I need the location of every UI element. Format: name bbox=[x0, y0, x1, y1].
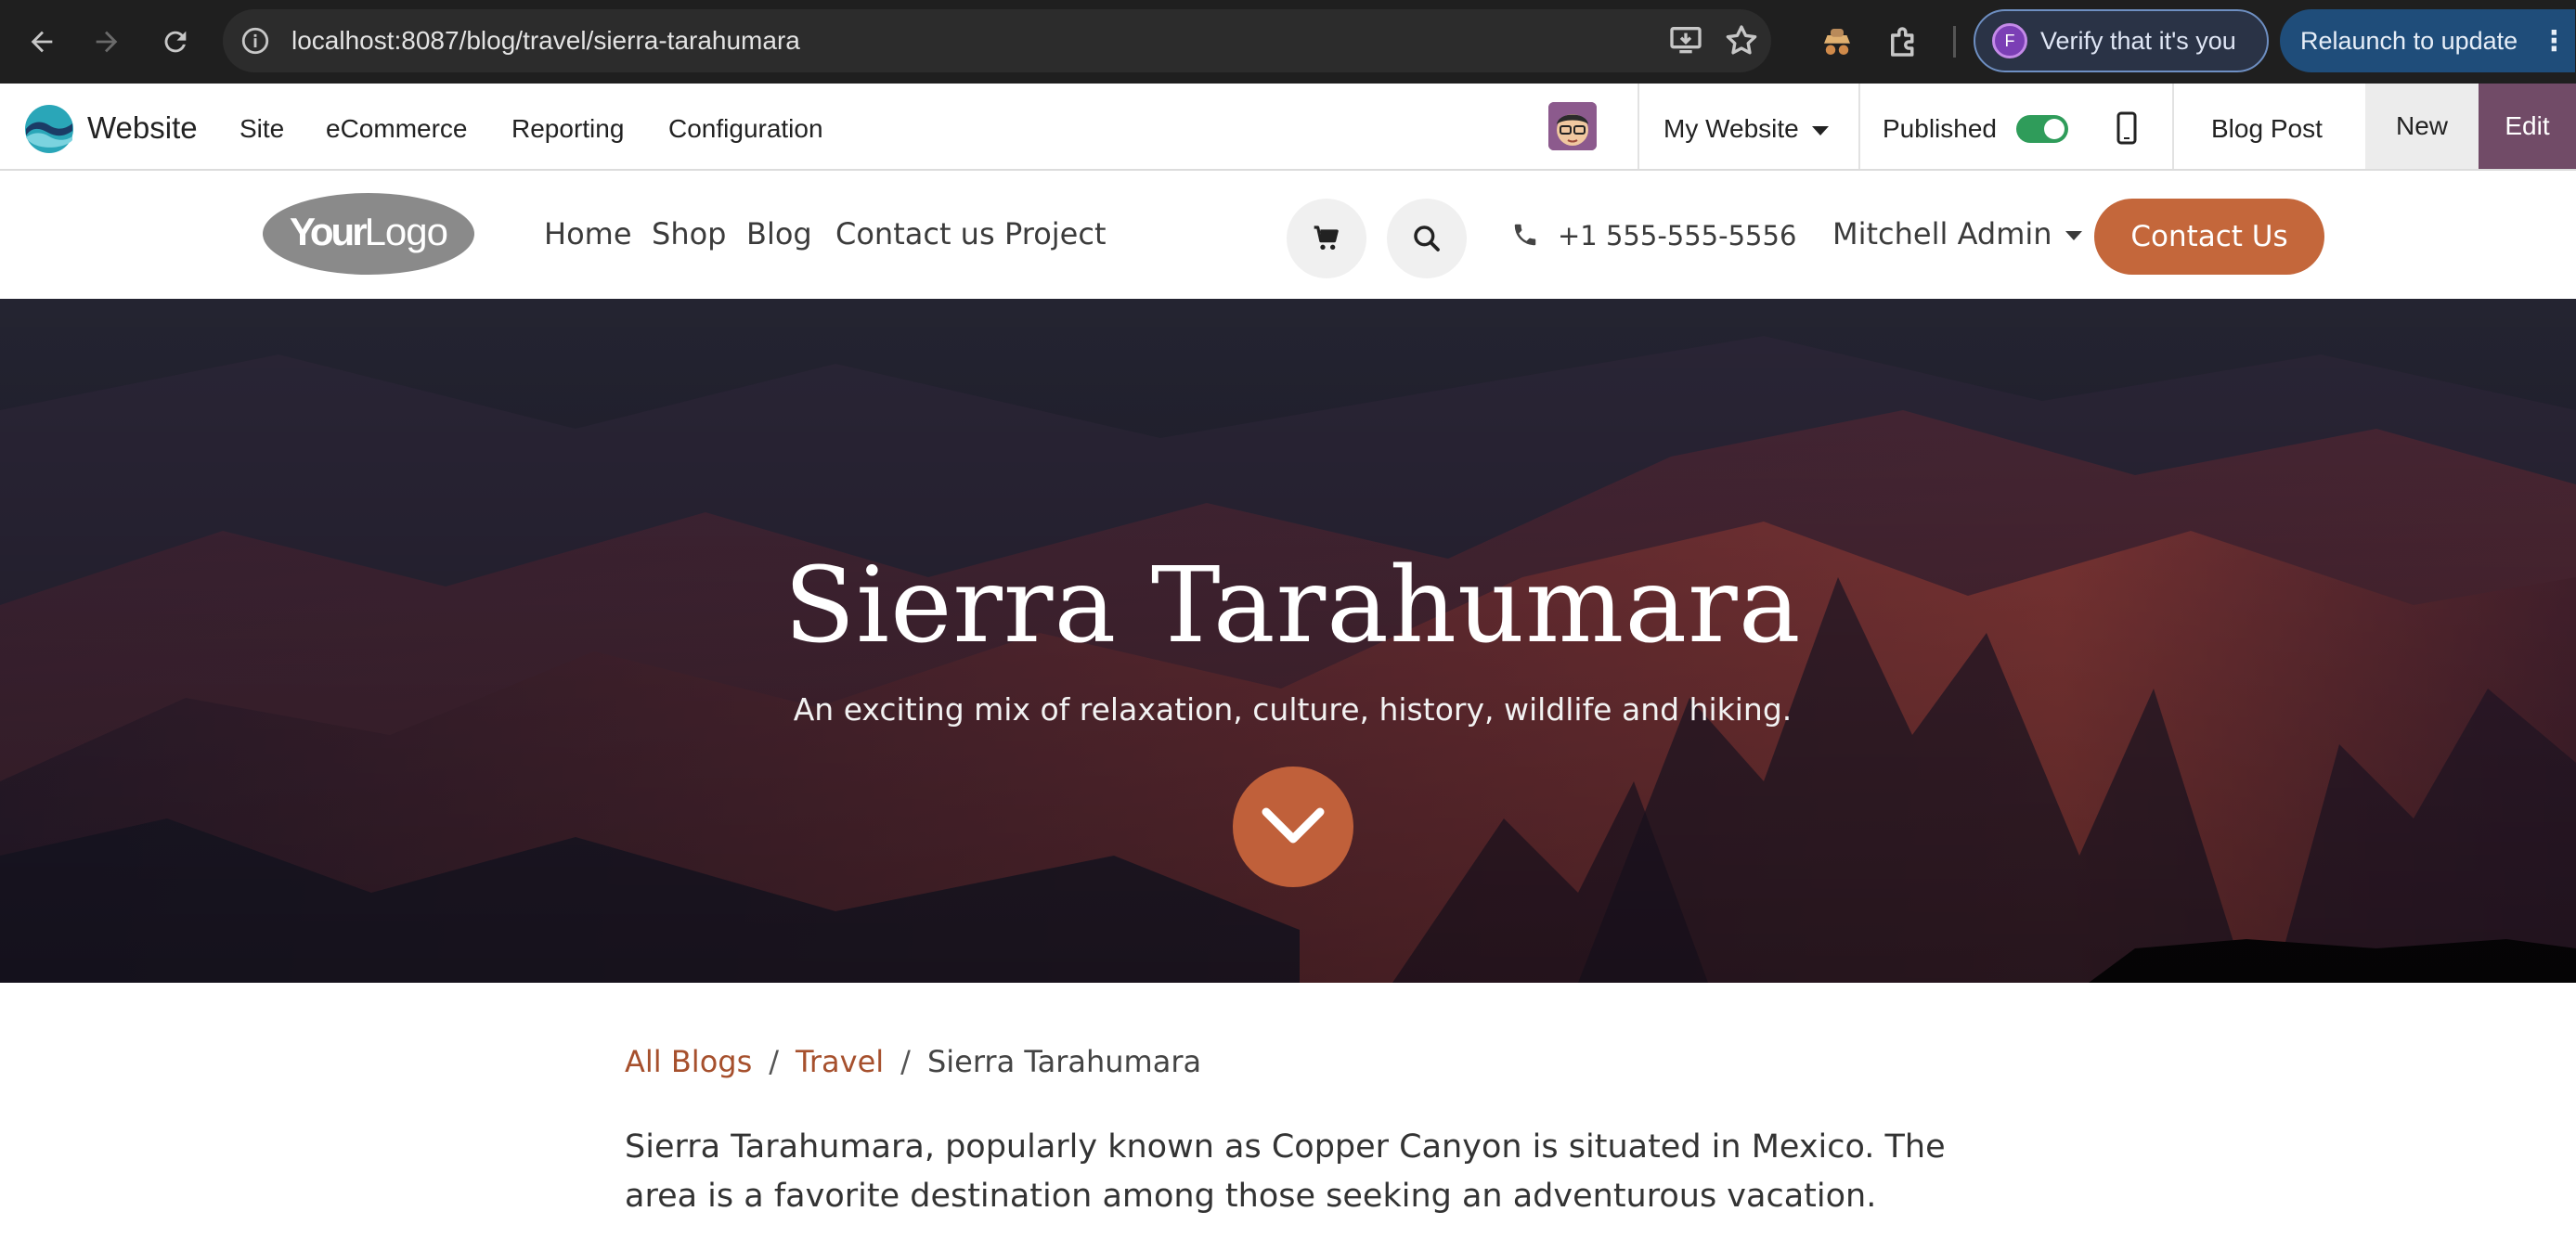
menu-reporting[interactable]: Reporting bbox=[511, 113, 624, 145]
breadcrumb-separator: / bbox=[769, 1044, 780, 1079]
site-logo[interactable]: YourLogo bbox=[262, 186, 475, 282]
arrow-right-icon bbox=[96, 31, 118, 53]
shopping-cart-icon bbox=[1314, 226, 1339, 250]
search-button[interactable] bbox=[1387, 199, 1467, 278]
search-icon bbox=[1414, 226, 1440, 251]
avatar-face-icon bbox=[1548, 102, 1597, 150]
nav-home[interactable]: Home bbox=[544, 215, 632, 252]
navbar-divider bbox=[1858, 84, 1860, 169]
menu-configuration[interactable]: Configuration bbox=[668, 113, 823, 145]
app-name[interactable]: Website bbox=[87, 110, 198, 147]
scroll-down-button[interactable] bbox=[1233, 767, 1353, 887]
browser-toolbar: localhost:8087/blog/travel/sierra-tarahu… bbox=[0, 0, 2576, 84]
breadcrumb-all-blogs[interactable]: All Blogs bbox=[625, 1044, 752, 1079]
site-header: YourLogo Home Shop Blog Contact us Proje… bbox=[0, 173, 2576, 299]
bookmark-star-icon[interactable] bbox=[1723, 22, 1760, 59]
nav-contact[interactable]: Contact us bbox=[835, 215, 995, 252]
breadcrumb-category[interactable]: Travel bbox=[796, 1044, 884, 1079]
mobile-preview-icon[interactable] bbox=[2113, 110, 2141, 147]
user-menu[interactable]: Mitchell Admin bbox=[1832, 215, 2082, 252]
breadcrumb: All Blogs / Travel / Sierra Tarahumara bbox=[625, 1043, 1201, 1080]
hero-cover: Sierra Tarahumara An exciting mix of rel… bbox=[0, 299, 2576, 983]
profile-avatar: F bbox=[1992, 23, 2027, 58]
website-selector[interactable]: My Website bbox=[1663, 113, 1829, 145]
install-app-icon[interactable] bbox=[1667, 22, 1704, 59]
chevron-down-icon bbox=[1811, 125, 1829, 135]
relaunch-button[interactable]: Relaunch to update ⋮ bbox=[2280, 9, 2575, 72]
published-label: Published bbox=[1883, 114, 1997, 143]
nav-project[interactable]: Project bbox=[1004, 215, 1106, 252]
more-vert-icon[interactable]: ⋮ bbox=[2540, 25, 2568, 58]
reload-button[interactable] bbox=[152, 19, 199, 65]
back-button[interactable] bbox=[19, 19, 65, 65]
chevron-down-icon bbox=[1262, 807, 1325, 844]
new-button[interactable]: New bbox=[2365, 84, 2479, 169]
toolbar-divider bbox=[1953, 26, 1956, 58]
extensions-puzzle-icon[interactable] bbox=[1884, 22, 1923, 61]
cart-button[interactable] bbox=[1287, 199, 1366, 278]
admin-navbar: Website Site eCommerce Reporting Configu… bbox=[0, 84, 2576, 171]
nav-shop[interactable]: Shop bbox=[652, 215, 726, 252]
contact-us-button[interactable]: Contact Us bbox=[2094, 199, 2324, 275]
verify-label: Verify that it's you bbox=[2040, 26, 2236, 55]
published-toggle[interactable] bbox=[2016, 115, 2068, 143]
nav-blog[interactable]: Blog bbox=[746, 215, 812, 252]
forward-button[interactable] bbox=[84, 19, 130, 65]
menu-site[interactable]: Site bbox=[239, 113, 284, 145]
site-info-icon[interactable] bbox=[239, 25, 271, 57]
article-intro: Sierra Tarahumara, popularly known as Co… bbox=[625, 1128, 1946, 1215]
chevron-down-icon bbox=[2065, 231, 2082, 240]
svg-text:YourLogo: YourLogo bbox=[290, 210, 447, 253]
phone-icon bbox=[1514, 224, 1536, 246]
edit-button[interactable]: Edit bbox=[2479, 84, 2576, 169]
user-avatar[interactable] bbox=[1548, 102, 1597, 150]
menu-ecommerce[interactable]: eCommerce bbox=[326, 113, 467, 145]
website-selector-label: My Website bbox=[1663, 114, 1799, 143]
reload-icon bbox=[164, 31, 187, 53]
user-name: Mitchell Admin bbox=[1832, 216, 2052, 251]
post-subtitle: An exciting mix of relaxation, culture, … bbox=[793, 691, 1793, 728]
verify-identity-button[interactable]: F Verify that it's you bbox=[1974, 9, 2269, 72]
toggle-knob bbox=[2044, 119, 2065, 139]
arrow-left-icon bbox=[31, 31, 53, 53]
breadcrumb-separator: / bbox=[900, 1044, 911, 1079]
navbar-divider bbox=[2172, 84, 2174, 169]
breadcrumb-current: Sierra Tarahumara bbox=[926, 1044, 1202, 1079]
address-bar[interactable]: localhost:8087/blog/travel/sierra-tarahu… bbox=[223, 9, 1771, 72]
incognito-extension-icon[interactable] bbox=[1818, 22, 1857, 61]
post-title: Sierra Tarahumara bbox=[783, 546, 1802, 666]
phone-number[interactable]: +1 555-555-5556 bbox=[1558, 219, 1796, 252]
blog-post-menu[interactable]: Blog Post bbox=[2211, 113, 2323, 145]
website-app-icon[interactable] bbox=[24, 104, 74, 154]
navbar-divider bbox=[1638, 84, 1639, 169]
url-text[interactable]: localhost:8087/blog/travel/sierra-tarahu… bbox=[291, 24, 800, 58]
relaunch-label: Relaunch to update bbox=[2300, 26, 2518, 55]
